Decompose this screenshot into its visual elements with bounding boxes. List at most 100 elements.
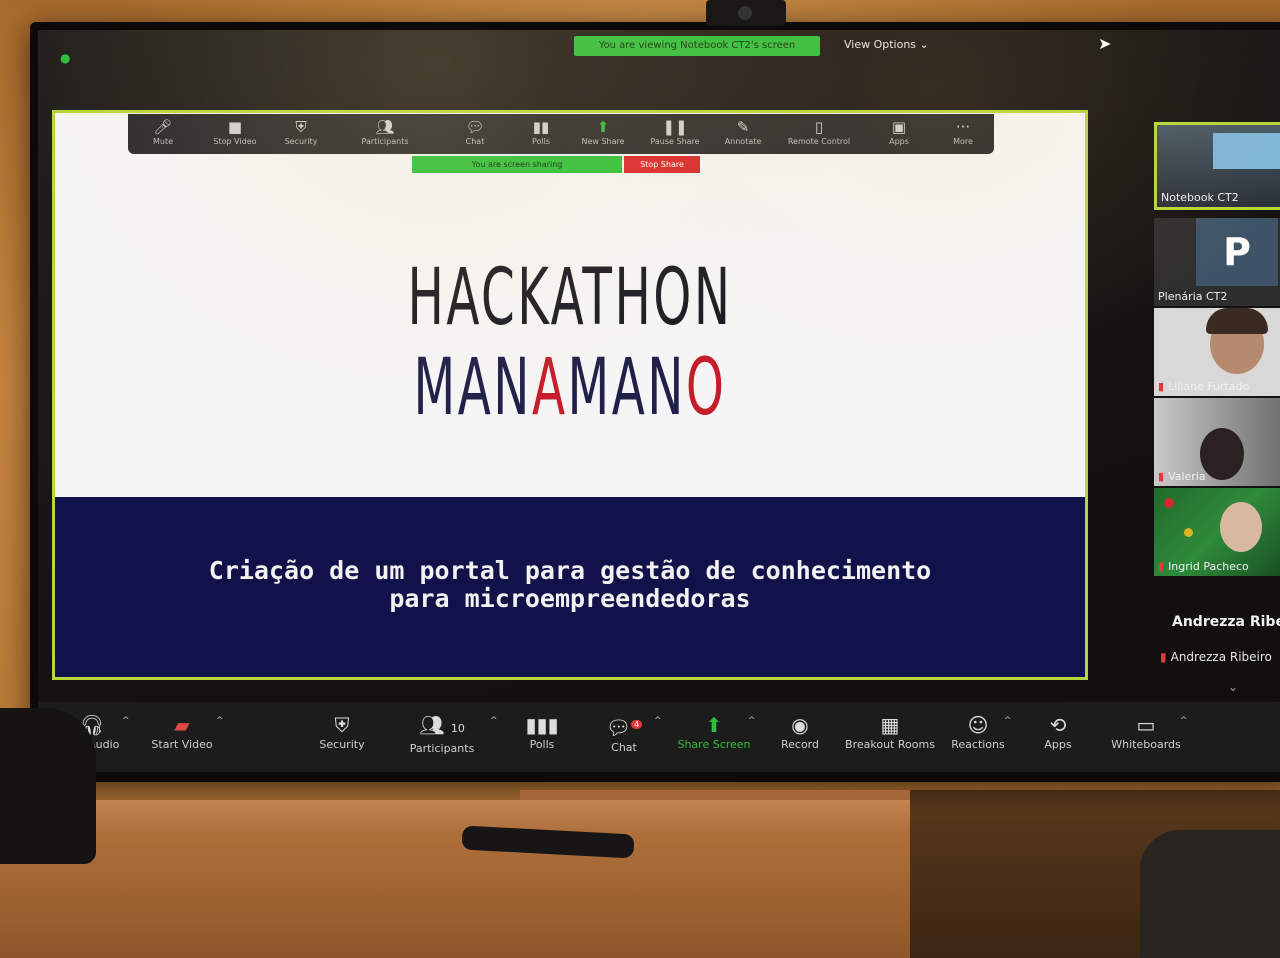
chat-icon: 💬︎ bbox=[465, 118, 485, 136]
slide-title-a: A bbox=[531, 343, 568, 433]
participant-name-small: ▮ Andrezza Ribeiro bbox=[1160, 650, 1272, 664]
participants-count: 10 bbox=[450, 722, 465, 735]
shared-screen-toolbar: 🎤︎ Mute ■ Stop Video ⛨ Security 👥︎ Participa… bbox=[128, 114, 994, 154]
mini-label: New Share bbox=[581, 137, 625, 146]
slide-subtitle: Criação de um portal para gestão de conh… bbox=[55, 557, 1085, 613]
share-up-icon: ⬆ bbox=[596, 118, 610, 136]
video-tile-ingrid[interactable]: ▮ Ingrid Pacheco bbox=[1154, 488, 1280, 576]
shield-icon: ⛨ bbox=[334, 713, 350, 737]
mini-label: Mute bbox=[152, 137, 174, 146]
mini-label: Apps bbox=[889, 137, 909, 146]
toolbar-label: Apps bbox=[1044, 738, 1072, 751]
participants-button[interactable]: 👥︎ 10 Participants bbox=[394, 712, 490, 756]
mini-label: Remote Control bbox=[787, 137, 851, 146]
participant-head bbox=[1200, 428, 1244, 480]
mini-participants-button[interactable]: 👥︎ Participants bbox=[350, 117, 420, 146]
mouse-icon: ▯ bbox=[814, 118, 824, 136]
mini-more-button[interactable]: ··· More bbox=[928, 117, 998, 146]
camera-icon: ■ bbox=[227, 118, 243, 136]
toolbar-label: Start Video bbox=[151, 738, 213, 751]
projection-image bbox=[1213, 133, 1280, 169]
slide-title: HACKATHON MANAMANO bbox=[251, 253, 890, 433]
ornament bbox=[1184, 528, 1193, 537]
shield-icon: ⛨ bbox=[295, 118, 307, 136]
video-tile-liliane[interactable]: ▮ Liliane Furtado bbox=[1154, 308, 1280, 396]
chevron-up-icon[interactable]: ^ bbox=[1180, 716, 1188, 726]
apps-icon: ⟲ bbox=[1049, 713, 1067, 737]
participant-name-text: Andrezza Ribeiro bbox=[1170, 650, 1272, 664]
tile-name-wrap: ▮ Liliane Furtado bbox=[1158, 380, 1249, 393]
mini-label: Polls bbox=[531, 137, 551, 146]
muted-mic-icon: ▮ bbox=[1158, 560, 1165, 573]
tile-name: Plenária CT2 bbox=[1158, 290, 1228, 303]
grid-icon: ▦ bbox=[880, 713, 900, 737]
slide-bottom-band: Criação de um portal para gestão de conh… bbox=[55, 497, 1085, 677]
chair-left bbox=[0, 708, 96, 864]
record-icon: ◉ bbox=[791, 713, 809, 737]
tile-name-wrap: ▮ Valeria bbox=[1158, 470, 1206, 483]
mini-polls-button[interactable]: ▮▮ Polls bbox=[506, 117, 576, 146]
ornament bbox=[1164, 498, 1174, 508]
mini-remote-control-button[interactable]: ▯ Remote Control bbox=[784, 117, 854, 146]
mini-label: Pause Share bbox=[650, 137, 700, 146]
shared-slide: HACKATHON MANAMANO Criação de um portal … bbox=[52, 110, 1088, 680]
mini-label: Security bbox=[284, 137, 318, 146]
mini-annotate-button[interactable]: ✎ Annotate bbox=[708, 117, 778, 146]
tv-screen: ● You are viewing Notebook CT2's screen … bbox=[38, 30, 1280, 772]
stop-share-button[interactable]: Stop Share bbox=[624, 156, 700, 173]
viewing-banner[interactable]: You are viewing Notebook CT2's screen bbox=[574, 36, 820, 56]
chevron-down-icon[interactable]: ⌄ bbox=[1228, 680, 1238, 694]
more-dots-icon: ··· bbox=[955, 118, 971, 136]
mini-chat-button[interactable]: 💬︎ Chat bbox=[440, 117, 510, 146]
chat-badge: 4 bbox=[631, 720, 643, 729]
encryption-shield-icon: ● bbox=[60, 51, 71, 65]
slide-subtitle-line1: Criação de um portal para gestão de conh… bbox=[208, 556, 932, 585]
video-tile-plenaria[interactable]: P Plenária CT2 bbox=[1154, 218, 1280, 306]
view-options-button[interactable]: View Options ⌄ bbox=[844, 36, 929, 54]
slide-title-hackathon: HACKATHON bbox=[407, 253, 733, 343]
slide-title-man-2: MAN bbox=[567, 343, 686, 433]
toolbar-label: Security bbox=[319, 738, 365, 751]
participant-face bbox=[1220, 502, 1262, 552]
muted-mic-icon: ▮ bbox=[1160, 650, 1167, 664]
mini-label: Stop Video bbox=[213, 137, 257, 146]
tile-name: Valeria bbox=[1168, 470, 1206, 483]
people-icon: 👥︎ 10 bbox=[419, 713, 465, 737]
mini-mute-button[interactable]: 🎤︎ Mute bbox=[128, 117, 198, 146]
mini-label: Participants bbox=[361, 137, 409, 146]
toolbar-label: Breakout Rooms bbox=[845, 738, 935, 751]
participant-name-large: Andrezza Ribei bbox=[1172, 614, 1280, 630]
toolbar-label: Whiteboards bbox=[1111, 738, 1181, 751]
mini-label: Chat bbox=[465, 137, 485, 146]
pause-icon: ❚❚ bbox=[662, 118, 688, 136]
video-tile-notebook[interactable]: Notebook CT2 bbox=[1154, 122, 1280, 210]
slide-title-man-1: MAN bbox=[413, 343, 532, 433]
chevron-up-icon[interactable]: ^ bbox=[216, 716, 224, 726]
mini-apps-button[interactable]: ▣ Apps bbox=[864, 117, 934, 146]
mini-security-button[interactable]: ⛨ Security bbox=[266, 117, 336, 146]
mini-label: Annotate bbox=[724, 137, 762, 146]
chair-right bbox=[1140, 830, 1280, 958]
microphone-icon: 🎤︎ bbox=[153, 118, 173, 136]
security-button[interactable]: ⛨ Security bbox=[294, 712, 390, 752]
mini-stop-video-button[interactable]: ■ Stop Video bbox=[200, 117, 270, 146]
meeting-toolbar: 🎧︎Join Audio ^ ▰Start Video ^ ⛨Security … bbox=[38, 702, 1280, 772]
video-tile-valeria[interactable]: ▮ Valeria bbox=[1154, 398, 1280, 486]
record-button[interactable]: ◉ Record bbox=[752, 712, 848, 752]
avatar: P bbox=[1196, 218, 1278, 286]
toolbar-label: Chat bbox=[611, 740, 637, 754]
chevron-up-icon[interactable]: ^ bbox=[654, 716, 662, 726]
breakout-rooms-button[interactable]: ▦ Breakout Rooms bbox=[842, 712, 938, 752]
pen-icon: ✎ bbox=[736, 118, 750, 136]
muted-mic-icon: ▮ bbox=[1158, 470, 1165, 483]
apps-button[interactable]: ⟲ Apps bbox=[1010, 712, 1106, 752]
desk bbox=[0, 830, 910, 958]
chevron-up-icon[interactable]: ^ bbox=[122, 716, 130, 726]
apps-icon: ▣ bbox=[891, 118, 907, 136]
mini-pause-share-button[interactable]: ❚❚ Pause Share bbox=[640, 117, 710, 146]
mouse-cursor-icon: ➤ bbox=[1098, 34, 1112, 53]
toolbar-label: Polls bbox=[529, 738, 555, 751]
slide-subtitle-line2: para microempreendedoras bbox=[389, 584, 751, 613]
mini-new-share-button[interactable]: ⬆ New Share bbox=[568, 117, 638, 146]
participant-hair bbox=[1206, 308, 1268, 334]
